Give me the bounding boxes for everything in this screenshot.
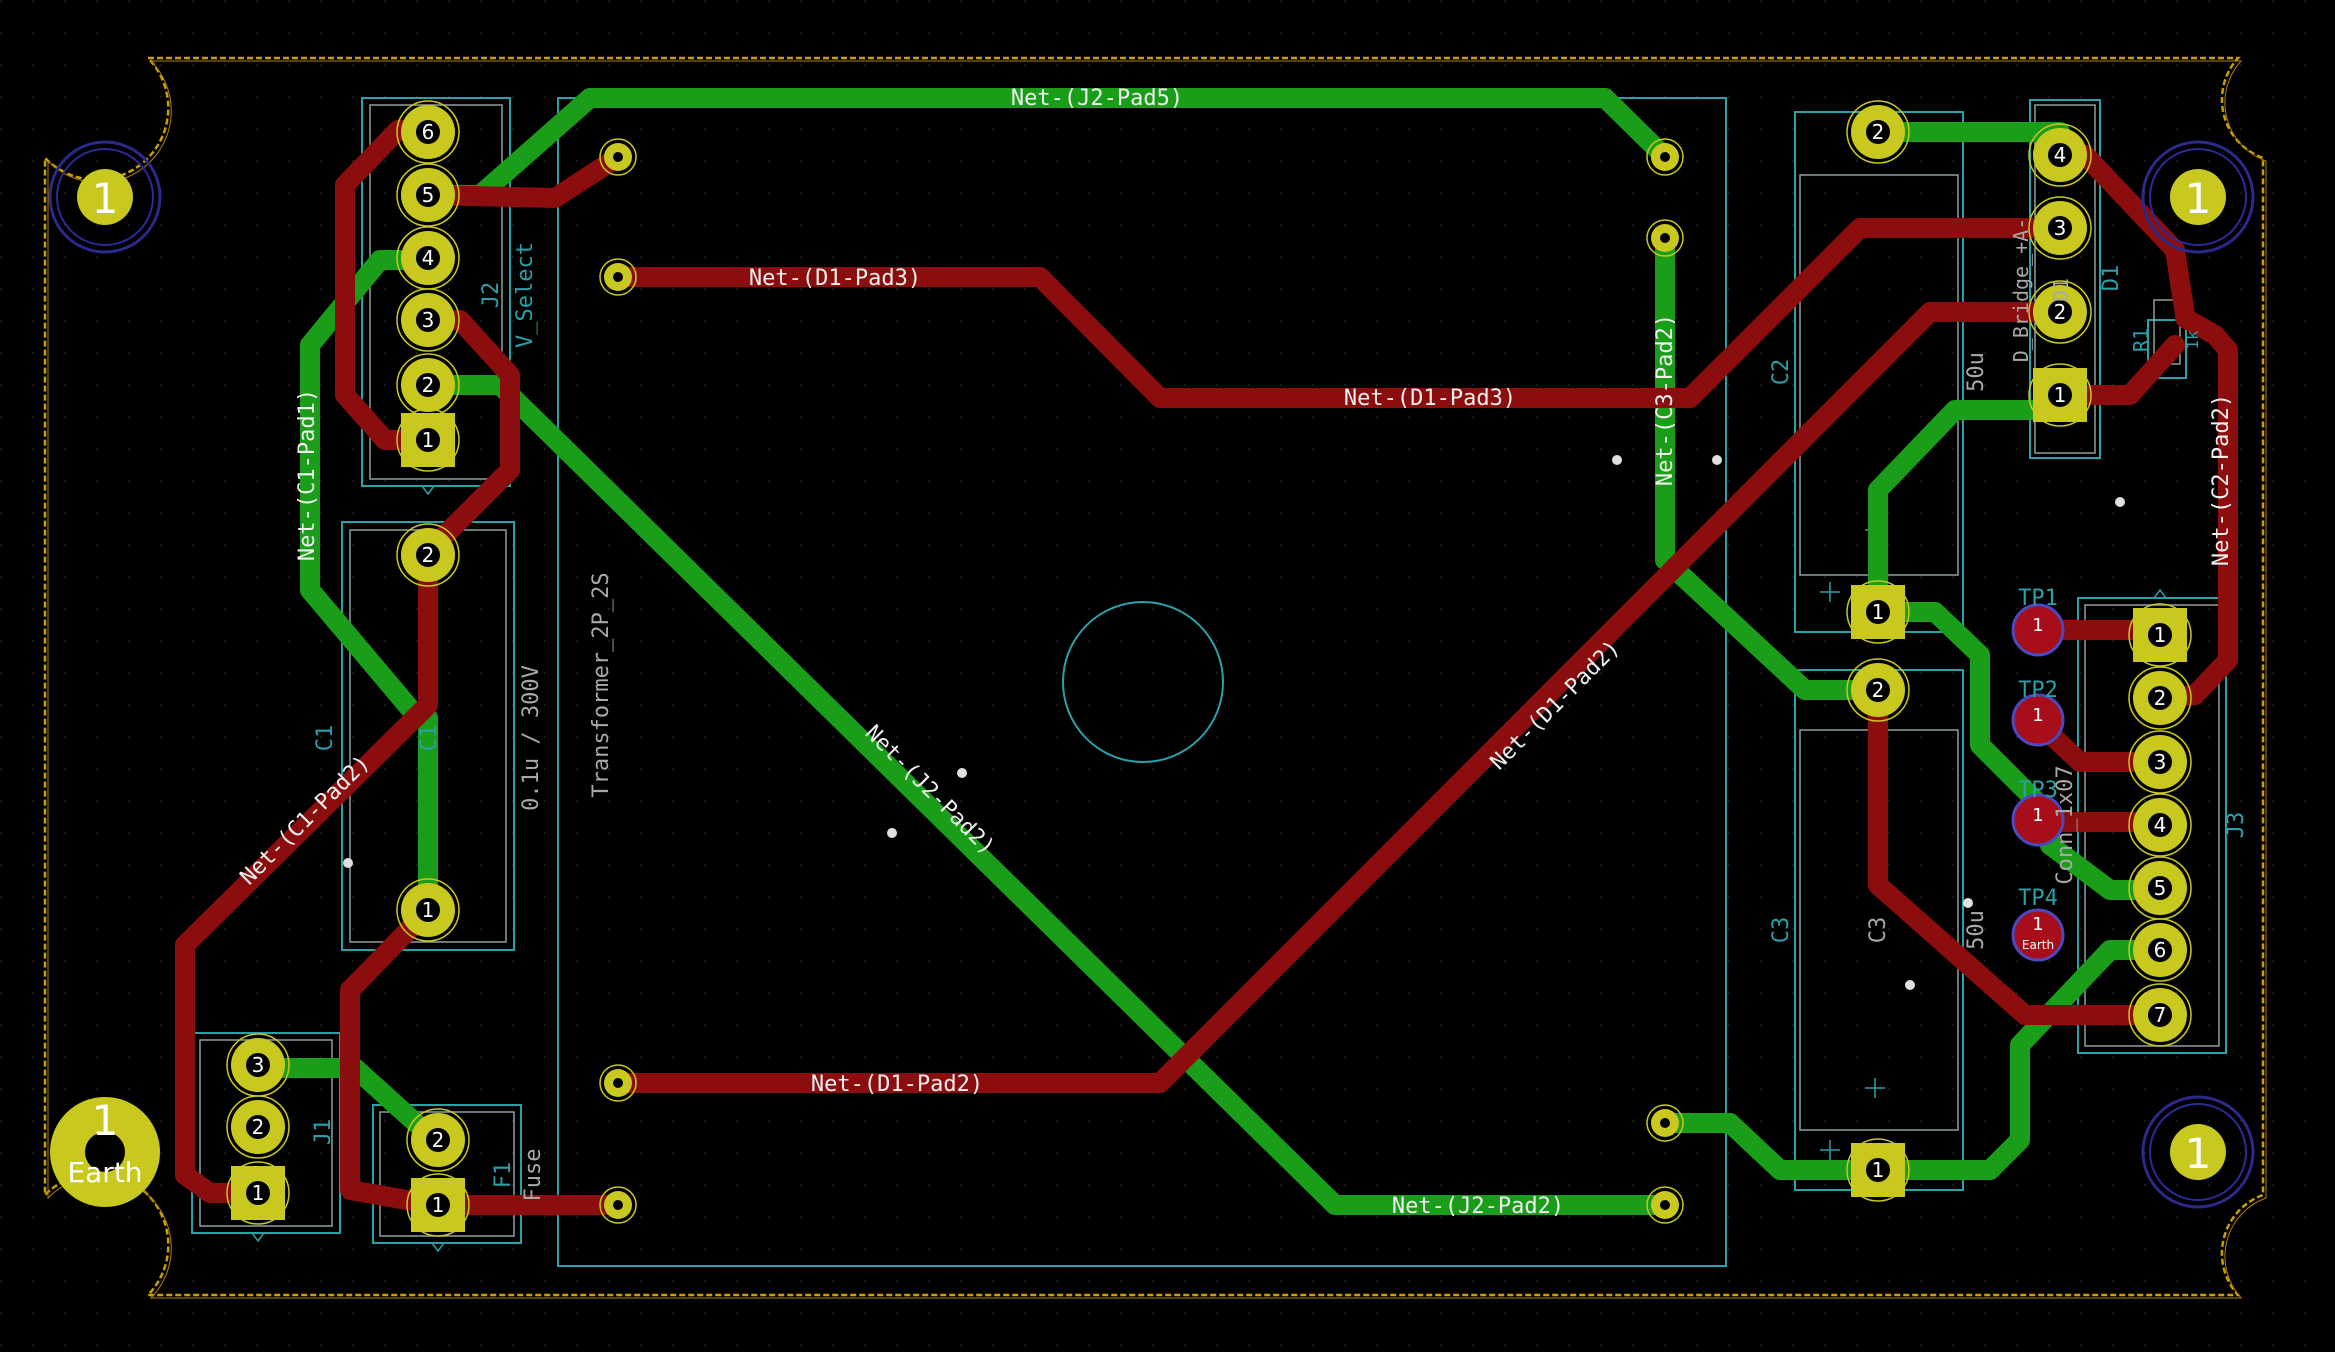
d1-pad-1-number: 1 xyxy=(2054,383,2067,407)
xfmr-pad[interactable] xyxy=(599,138,637,176)
c3-ref: C3 xyxy=(1769,917,1794,944)
c1-pad-2-number: 2 xyxy=(422,543,435,567)
net-label-d1-pad3-top: Net-(D1-Pad3) xyxy=(749,266,921,291)
j1-pad-1-number: 1 xyxy=(252,1181,265,1205)
tp2-label: TP2 xyxy=(2018,678,2058,703)
f1-pad-2-number: 2 xyxy=(432,1128,445,1152)
mh-earth-number: 1 xyxy=(92,1096,119,1145)
net-label-j2-pad2-bottom: Net-(J2-Pad2) xyxy=(1392,1194,1564,1219)
j3-pad-4-number: 4 xyxy=(2154,813,2167,837)
c3-pad-2-number: 2 xyxy=(1872,678,1885,702)
mh-earth-label: Earth xyxy=(67,1156,142,1189)
c2-pad-1-number: 1 xyxy=(1872,600,1885,624)
tp4-number: 1 xyxy=(2032,914,2043,935)
j1-pad-3-number: 3 xyxy=(252,1053,265,1077)
tp3-number: 1 xyxy=(2032,805,2043,826)
xfmr-pad[interactable] xyxy=(599,1186,637,1224)
transformer-label: Transformer_2P_2S xyxy=(589,572,614,797)
d1-pad-3-number: 3 xyxy=(2054,216,2067,240)
net-label-c2-pad2: Net-(C2-Pad2) xyxy=(2209,394,2234,566)
j3-pad-1-number: 1 xyxy=(2154,623,2167,647)
j2-pad-4-number: 4 xyxy=(422,246,435,270)
xfmr-pad[interactable] xyxy=(599,1064,637,1102)
j1-pad-2-number: 2 xyxy=(252,1115,265,1139)
d1-pad-2-number: 2 xyxy=(2054,300,2067,324)
r1-ref: R1 xyxy=(2129,328,2153,352)
xfmr-pad[interactable] xyxy=(1646,138,1684,176)
j2-pad-6-number: 6 xyxy=(422,120,435,144)
tp1-number: 1 xyxy=(2032,615,2043,636)
net-label-j2-pad5: Net-(J2-Pad5) xyxy=(1011,86,1183,111)
d1-pad-4-number: 4 xyxy=(2054,143,2067,167)
j2-pad-2-number: 2 xyxy=(422,373,435,397)
net-label-d1-pad2-bottom: Net-(D1-Pad2) xyxy=(811,1072,983,1097)
tp4-name: Earth xyxy=(2022,938,2054,952)
xfmr-pad[interactable] xyxy=(1646,1104,1684,1142)
c2-value: 50u xyxy=(1964,352,1989,392)
f1-pad-1-number: 1 xyxy=(432,1193,445,1217)
pcb-board-canvas[interactable]: 1 1 1 1 Earth 1 1 1 1 Earth 1 2 3 4 5 6 1 2 1 2 3 1… xyxy=(0,0,2335,1352)
net-label-c1-pad1: Net-(C1-Pad1) xyxy=(295,389,320,561)
c2-ref: C2 xyxy=(1769,359,1794,386)
j2-ref: J2 xyxy=(479,282,504,309)
net-label-d1-pad3-mid: Net-(D1-Pad3) xyxy=(1344,386,1516,411)
tp2-number: 1 xyxy=(2032,705,2043,726)
mh-br-number: 1 xyxy=(2185,1129,2212,1178)
c1-ref: C1 xyxy=(313,725,338,752)
tp1-label: TP1 xyxy=(2018,586,2058,611)
c3-pad-1-number: 1 xyxy=(1872,1158,1885,1182)
j3-pad-5-number: 5 xyxy=(2154,876,2167,900)
xfmr-pad[interactable] xyxy=(599,258,637,296)
c3-value: 50u xyxy=(1964,910,1989,950)
d1-ref: D1 xyxy=(2099,265,2124,292)
c1-pad-1-number: 1 xyxy=(422,898,435,922)
tp3-label: TP3 xyxy=(2018,778,2058,803)
c1-fab-ref: C1 xyxy=(417,725,442,752)
j3-pad-2-number: 2 xyxy=(2154,686,2167,710)
net-label-c-pad2-vert: Net-(C3-Pad2) xyxy=(1653,314,1678,486)
mh-tl-number: 1 xyxy=(92,174,119,223)
f1-ref: F1 xyxy=(491,1162,516,1189)
j2-pad-5-number: 5 xyxy=(422,183,435,207)
c2-pad-2-number: 2 xyxy=(1872,120,1885,144)
d1-fab-ref: D1 xyxy=(2049,278,2073,302)
j1-ref: J1 xyxy=(311,1119,336,1146)
xfmr-pad[interactable] xyxy=(1646,219,1684,257)
d1-value: D_Bridge_+A- xyxy=(2009,218,2033,363)
c3-fab-ref: C3 xyxy=(1866,917,1891,944)
xfmr-pad[interactable] xyxy=(1646,1186,1684,1224)
c1-value: 0.1u / 300V xyxy=(519,665,544,811)
tp4-label: TP4 xyxy=(2018,886,2058,911)
j2-pad-3-number: 3 xyxy=(422,308,435,332)
j2-value: V_Select xyxy=(513,242,538,348)
f1-value: Fuse xyxy=(521,1149,546,1202)
mh-tr-number: 1 xyxy=(2185,174,2212,223)
j2-pad-1-number: 1 xyxy=(422,428,435,452)
j3-pad-7-number: 7 xyxy=(2154,1003,2167,1027)
j3-ref: J3 xyxy=(2224,812,2249,839)
j3-pad-3-number: 3 xyxy=(2154,750,2167,774)
j3-pad-6-number: 6 xyxy=(2154,938,2167,962)
r1-value: 1k xyxy=(2183,330,2202,350)
